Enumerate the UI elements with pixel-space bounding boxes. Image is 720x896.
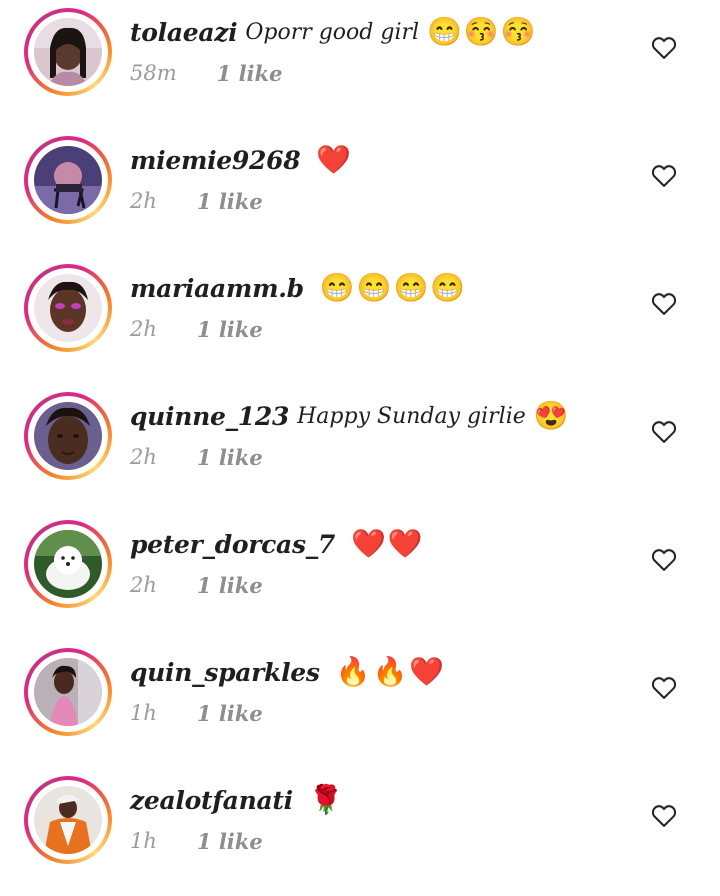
comment-time: 1h xyxy=(130,829,157,853)
story-ring[interactable] xyxy=(24,264,112,352)
like-count[interactable]: 1 like xyxy=(197,189,263,214)
comment-text: Oporr good girl xyxy=(245,19,420,45)
comment-emojis: 😁😁😁😁 xyxy=(319,271,468,304)
like-count[interactable]: 1 like xyxy=(197,701,263,726)
comment-time: 2h xyxy=(130,189,157,213)
heart-outline-icon[interactable] xyxy=(650,546,678,574)
heart-outline-icon[interactable] xyxy=(650,674,678,702)
username[interactable]: miemie9268 xyxy=(130,146,301,175)
like-count[interactable]: 1 like xyxy=(197,573,263,598)
story-ring[interactable] xyxy=(24,136,112,224)
comment-item: miemie9268 ❤️ 2h 1 like xyxy=(0,128,720,256)
username[interactable]: quinne_123 xyxy=(130,402,289,431)
story-ring[interactable] xyxy=(24,776,112,864)
heart-outline-icon[interactable] xyxy=(650,290,678,318)
comment-emojis: ❤️ xyxy=(316,143,354,176)
comment-item: zealotfanati 🌹 1h 1 like xyxy=(0,768,720,896)
avatar xyxy=(34,786,102,854)
story-ring[interactable] xyxy=(24,520,112,608)
comment-emojis: 🔥🔥❤️ xyxy=(335,655,447,688)
comment-list: tolaeazi Oporr good girl 😁😚😚 58m 1 like xyxy=(0,0,720,868)
comment-time: 2h xyxy=(130,445,157,469)
username[interactable]: zealotfanati xyxy=(130,786,293,815)
like-count[interactable]: 1 like xyxy=(197,317,263,342)
heart-outline-icon[interactable] xyxy=(650,34,678,62)
comment-item: peter_dorcas_7 ❤️❤️ 2h 1 like xyxy=(0,512,720,640)
username[interactable]: peter_dorcas_7 xyxy=(130,530,335,559)
heart-outline-icon[interactable] xyxy=(650,418,678,446)
avatar xyxy=(34,530,102,598)
comment-time: 58m xyxy=(130,61,177,85)
username[interactable]: tolaeazi xyxy=(130,18,238,47)
comment-item: tolaeazi Oporr good girl 😁😚😚 58m 1 like xyxy=(0,0,720,128)
comment-emojis: 😁😚😚 xyxy=(427,15,538,48)
like-count[interactable]: 1 like xyxy=(197,829,263,854)
comment-time: 2h xyxy=(130,573,157,597)
comment-item: mariaamm.b 😁😁😁😁 2h 1 like xyxy=(0,256,720,384)
comment-time: 2h xyxy=(130,317,157,341)
like-count[interactable]: 1 like xyxy=(217,61,283,86)
comment-emojis: 😍 xyxy=(533,399,571,432)
avatar xyxy=(34,274,102,342)
avatar xyxy=(34,402,102,470)
comment-emojis: 🌹 xyxy=(308,783,346,816)
comment-item: quin_sparkles 🔥🔥❤️ 1h 1 like xyxy=(0,640,720,768)
comment-time: 1h xyxy=(130,701,157,725)
heart-outline-icon[interactable] xyxy=(650,802,678,830)
username[interactable]: mariaamm.b xyxy=(130,274,304,303)
username[interactable]: quin_sparkles xyxy=(130,658,320,687)
avatar xyxy=(34,658,102,726)
like-count[interactable]: 1 like xyxy=(197,445,263,470)
comment-emojis: ❤️❤️ xyxy=(351,527,425,560)
comment-item: quinne_123 Happy Sunday girlie 😍 2h 1 li… xyxy=(0,384,720,512)
story-ring[interactable] xyxy=(24,392,112,480)
comment-text: Happy Sunday girlie xyxy=(297,403,526,429)
heart-outline-icon[interactable] xyxy=(650,162,678,190)
story-ring[interactable] xyxy=(24,648,112,736)
story-ring[interactable] xyxy=(24,8,112,96)
avatar xyxy=(34,18,102,86)
avatar xyxy=(34,146,102,214)
